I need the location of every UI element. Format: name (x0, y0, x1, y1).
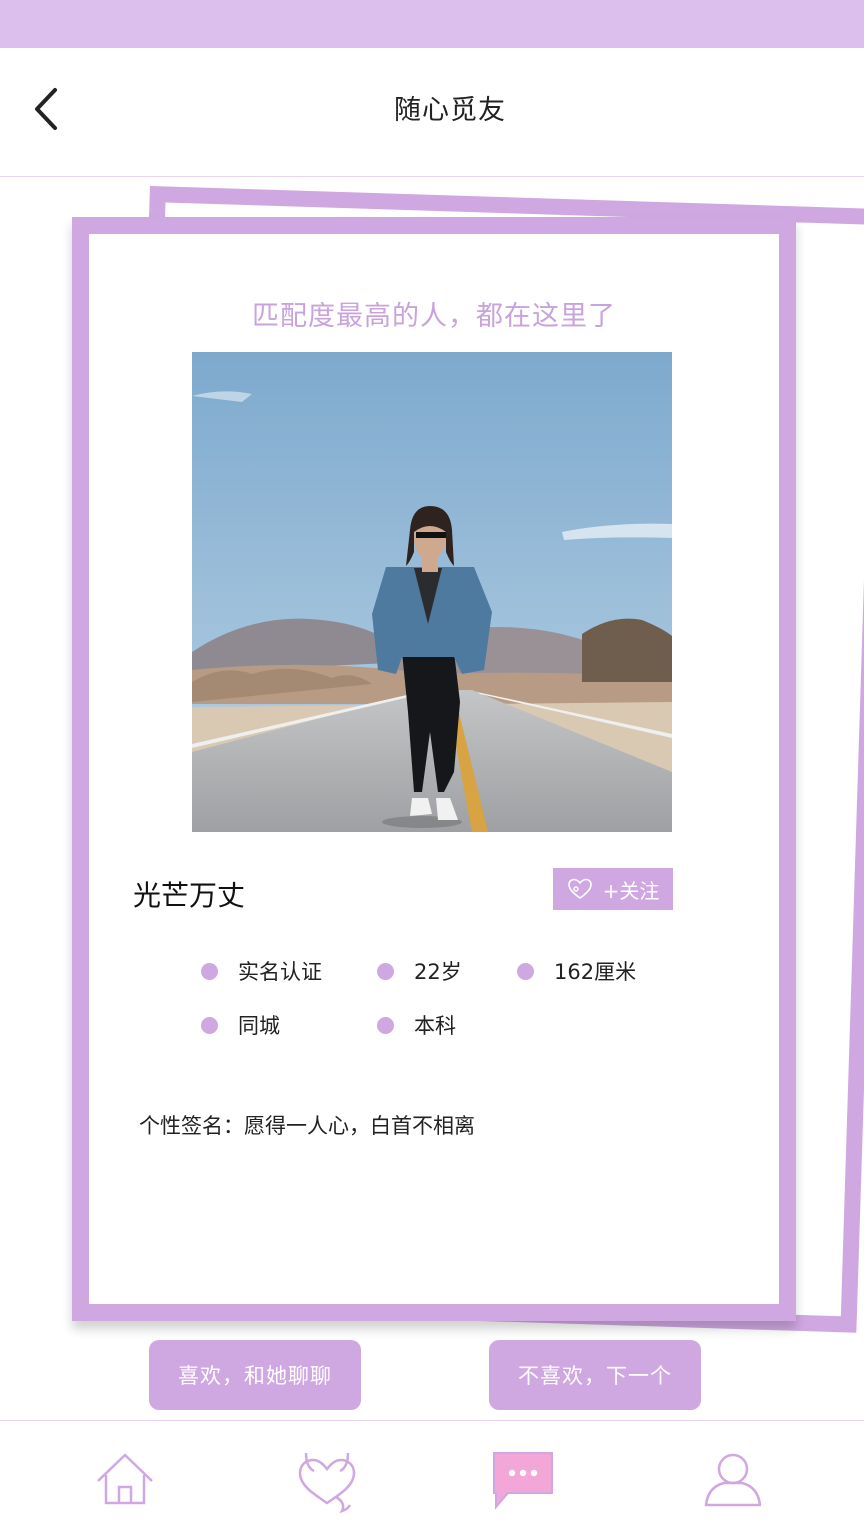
dislike-next-button[interactable]: 不喜欢，下一个 (489, 1340, 701, 1410)
profile-signature: 个性签名：愿得一人心，白首不相离 (139, 1114, 475, 1138)
tab-bar (0, 1420, 864, 1536)
profile-name: 光芒万丈 (133, 879, 246, 912)
status-bar (0, 0, 864, 48)
bullet-dot-icon (517, 962, 534, 980)
attribute-label: 22岁 (414, 960, 462, 984)
attribute-item: 162厘米 (517, 956, 636, 986)
tab-match[interactable] (292, 1445, 362, 1515)
profile-card[interactable]: 匹配度最高的人，都在这里了 光芒万丈 +关注 实名认证 22岁 162厘米 同城… (72, 217, 796, 1321)
devil-heart-icon (298, 1452, 356, 1514)
bullet-dot-icon (377, 1016, 394, 1034)
heart-stethoscope-icon (567, 878, 592, 899)
like-chat-button[interactable]: 喜欢，和她聊聊 (149, 1340, 361, 1410)
bullet-dot-icon (201, 962, 218, 980)
attribute-label: 同城 (238, 1014, 280, 1038)
screen: 随心觅友 匹配度最高的人，都在这里了 光芒万丈 +关注 实名认证 22岁 162… (0, 0, 864, 1536)
attribute-item: 22岁 (377, 956, 462, 986)
attribute-label: 162厘米 (554, 960, 637, 984)
nav-bar: 随心觅友 (0, 48, 864, 177)
page-title: 随心觅友 (394, 95, 506, 126)
follow-button[interactable]: +关注 (553, 868, 673, 910)
attribute-label: 本科 (414, 1014, 456, 1038)
attribute-label: 实名认证 (238, 960, 322, 984)
attribute-item: 同城 (201, 1010, 280, 1040)
tab-messages[interactable] (488, 1445, 558, 1515)
profile-photo[interactable] (192, 352, 672, 832)
bullet-dot-icon (201, 1016, 218, 1034)
bullet-dot-icon (377, 962, 394, 980)
attribute-item: 本科 (377, 1010, 456, 1040)
chat-bubble-icon (493, 1452, 553, 1510)
home-icon (97, 1453, 153, 1505)
user-icon (704, 1453, 762, 1507)
attribute-item: 实名认证 (201, 956, 322, 986)
follow-label: +关注 (602, 878, 660, 903)
tab-home[interactable] (90, 1445, 160, 1515)
card-tagline: 匹配度最高的人，都在这里了 (252, 301, 616, 332)
tab-profile[interactable] (698, 1445, 768, 1515)
